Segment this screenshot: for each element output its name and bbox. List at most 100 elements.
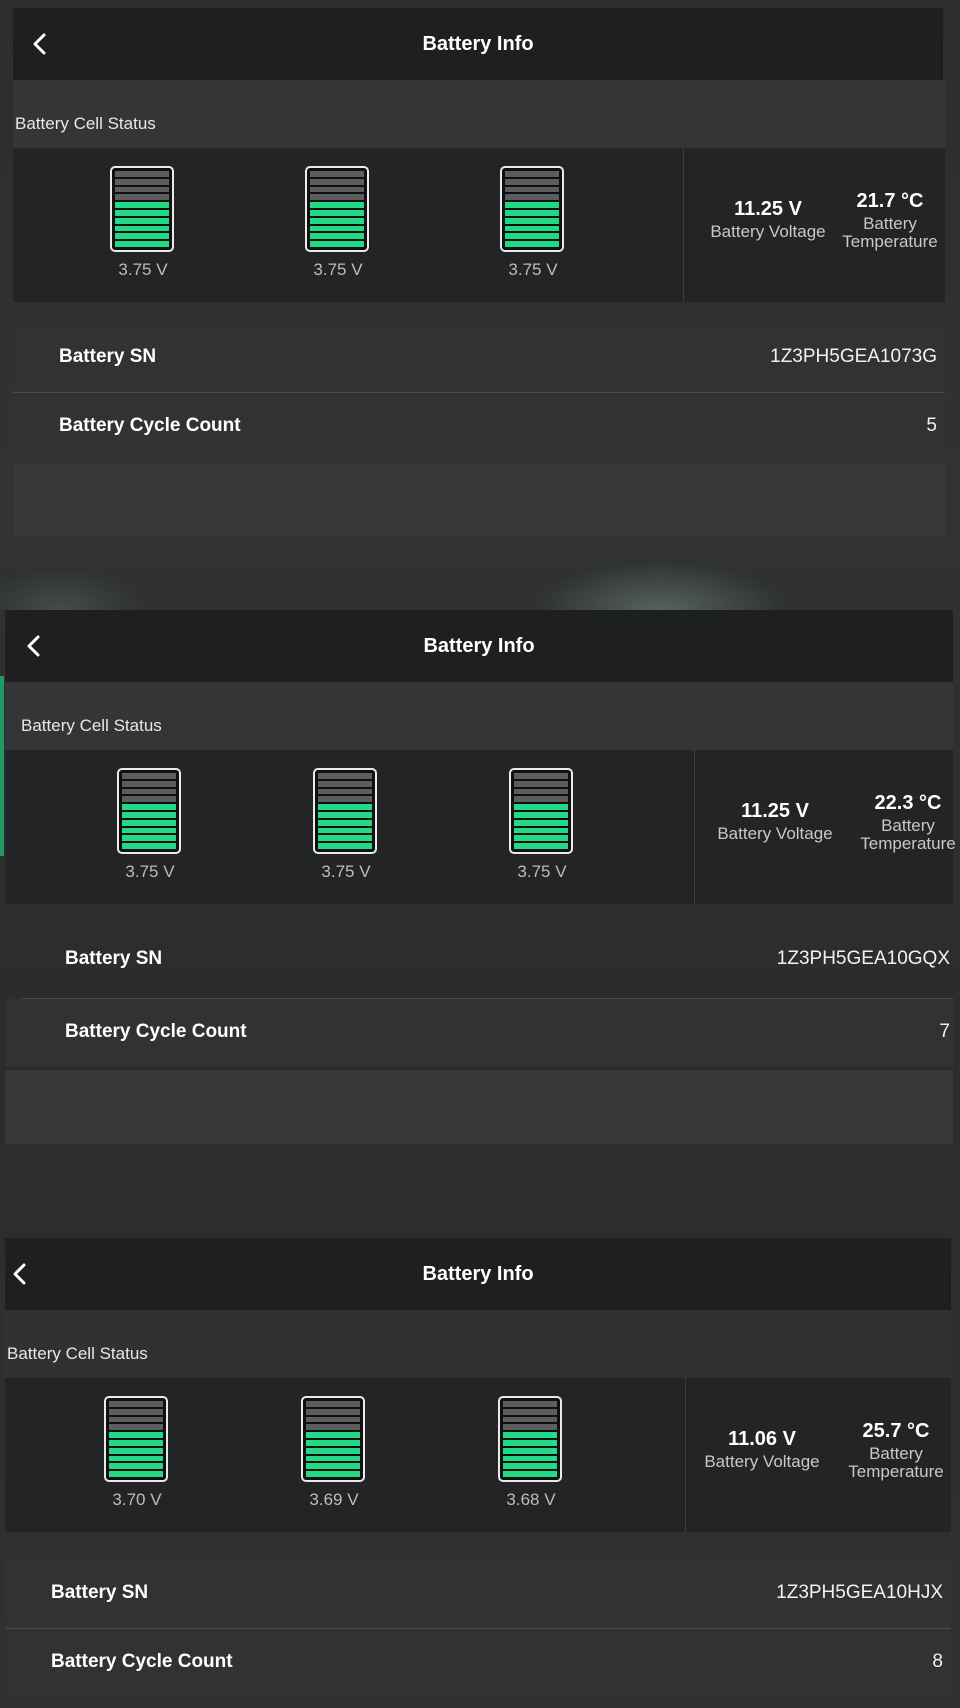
cell-level-segment [306, 1416, 360, 1423]
battery-voltage-stat: 11.06 V Battery Voltage [687, 1428, 837, 1471]
cell-voltage: 3.75 V [118, 260, 168, 279]
battery-voltage-value: 11.25 V [734, 198, 802, 220]
cell-level-segment [122, 780, 176, 787]
cell-level-segment [122, 811, 176, 818]
battery-cell-2: 3.75 V [313, 768, 383, 882]
battery-sn-label: Battery SN [51, 1582, 149, 1603]
cell-level-segment [505, 178, 559, 185]
cell-gauge [110, 166, 174, 252]
battery-voltage-stat: 11.25 V Battery Voltage [700, 800, 850, 843]
divider [685, 1378, 686, 1532]
cell-voltage: 3.75 V [517, 862, 567, 881]
cell-gauge [305, 166, 369, 252]
battery-voltage-stat: 11.25 V Battery Voltage [693, 198, 843, 241]
cell-level-segment [306, 1439, 360, 1446]
section-label: Battery Cell Status [5, 682, 953, 750]
section-label-text: Battery Cell Status [7, 1344, 148, 1363]
cell-voltage: 3.68 V [506, 1490, 556, 1509]
cell-level-segment [503, 1463, 557, 1470]
cell-level-segment [306, 1408, 360, 1415]
battery-temperature-label-line2: Temperature [842, 232, 938, 251]
cell-level-segment [318, 773, 372, 779]
cell-gauge [500, 166, 564, 252]
cell-level-segment [306, 1447, 360, 1454]
section-label: Battery Cell Status [13, 80, 945, 148]
page-title: Battery Info [422, 1263, 534, 1285]
page-title: Battery Info [422, 33, 534, 55]
battery-sn-value: 1Z3PH5GEA10HJX [776, 1582, 943, 1603]
cell-voltage: 3.75 V [313, 260, 363, 279]
cell-status-card: 3.70 V 3.69 V 3.68 V 11.06 V Battery Vol… [5, 1378, 951, 1532]
cell-level-segment [109, 1439, 163, 1446]
battery-temperature-label-line1: Battery [863, 214, 917, 233]
cell-level-segment [505, 186, 559, 193]
cell-level-segment [505, 171, 559, 177]
battery-voltage-value: 11.25 V [741, 800, 809, 822]
cell-level-segment [318, 804, 372, 810]
cell-level-segment [310, 225, 364, 232]
cell-level-segment [310, 178, 364, 185]
cell-level-segment [115, 233, 169, 240]
cell-level-segment [514, 780, 568, 787]
cell-level-segment [122, 835, 176, 842]
cell-level-segment [318, 819, 372, 826]
cell-level-segment [115, 194, 169, 201]
battery-sn-label: Battery SN [59, 346, 157, 367]
cell-level-segment [310, 171, 364, 177]
cell-level-segment [503, 1416, 557, 1423]
cell-list: 3.75 V 3.75 V 3.75 V [5, 750, 675, 904]
divider [694, 750, 695, 904]
battery-cycle-count-label: Battery Cycle Count [59, 415, 241, 436]
cell-level-segment [115, 178, 169, 185]
cell-level-segment [514, 804, 568, 810]
cell-status-card: 3.75 V 3.75 V 3.75 V 11.25 V Battery Vol… [13, 148, 945, 302]
cell-gauge [509, 768, 573, 854]
battery-sn-value: 1Z3PH5GEA10GQX [776, 948, 950, 969]
battery-cell-2: 3.69 V [301, 1396, 371, 1510]
cell-level-segment [505, 233, 559, 240]
cell-level-segment [514, 773, 568, 779]
battery-sn-row: Battery SN 1Z3PH5GEA10HJX [5, 1560, 951, 1628]
cell-level-segment [514, 827, 568, 834]
cell-gauge [104, 1396, 168, 1482]
cell-level-segment [109, 1432, 163, 1438]
cell-level-segment [503, 1447, 557, 1454]
cell-level-segment [503, 1439, 557, 1446]
empty-list-area [5, 1070, 953, 1144]
battery-cycle-count-row: Battery Cycle Count 7 [5, 999, 953, 1067]
cell-level-segment [109, 1471, 163, 1477]
battery-voltage-label: Battery Voltage [704, 1452, 820, 1471]
cell-level-segment [505, 209, 559, 216]
battery-cell-3: 3.75 V [500, 166, 570, 280]
cell-voltage: 3.69 V [309, 1490, 359, 1509]
battery-cycle-count-value: 5 [926, 415, 937, 436]
battery-cycle-count-row: Battery Cycle Count 8 [5, 1629, 951, 1697]
cell-level-segment [318, 835, 372, 842]
battery-sn-row: Battery SN 1Z3PH5GEA10GQX [5, 926, 953, 994]
cell-level-segment [122, 796, 176, 803]
cell-level-segment [306, 1432, 360, 1438]
cell-level-segment [306, 1463, 360, 1470]
cell-level-segment [318, 788, 372, 795]
cell-level-segment [514, 811, 568, 818]
battery-info-screen-3: Battery Info Battery Cell Status 3.70 V … [5, 1238, 951, 1708]
cell-level-segment [122, 773, 176, 779]
battery-cell-3: 3.68 V [498, 1396, 568, 1510]
cell-voltage: 3.75 V [125, 862, 175, 881]
battery-cycle-count-value: 8 [932, 1651, 943, 1672]
divider [683, 148, 684, 302]
cell-level-segment [310, 233, 364, 240]
battery-voltage-value: 11.06 V [728, 1428, 796, 1450]
cell-gauge [117, 768, 181, 854]
battery-cell-1: 3.70 V [104, 1396, 174, 1510]
cell-level-segment [115, 202, 169, 208]
battery-sn-value: 1Z3PH5GEA1073G [770, 346, 937, 367]
cell-status-card: 3.75 V 3.75 V 3.75 V 11.25 V Battery Vol… [5, 750, 956, 904]
cell-level-segment [306, 1401, 360, 1407]
cell-level-segment [505, 217, 559, 224]
battery-temperature-value: 22.3 °C [874, 792, 942, 814]
cell-level-segment [109, 1455, 163, 1462]
cell-level-segment [109, 1424, 163, 1431]
cell-level-segment [310, 209, 364, 216]
battery-cell-1: 3.75 V [110, 166, 180, 280]
